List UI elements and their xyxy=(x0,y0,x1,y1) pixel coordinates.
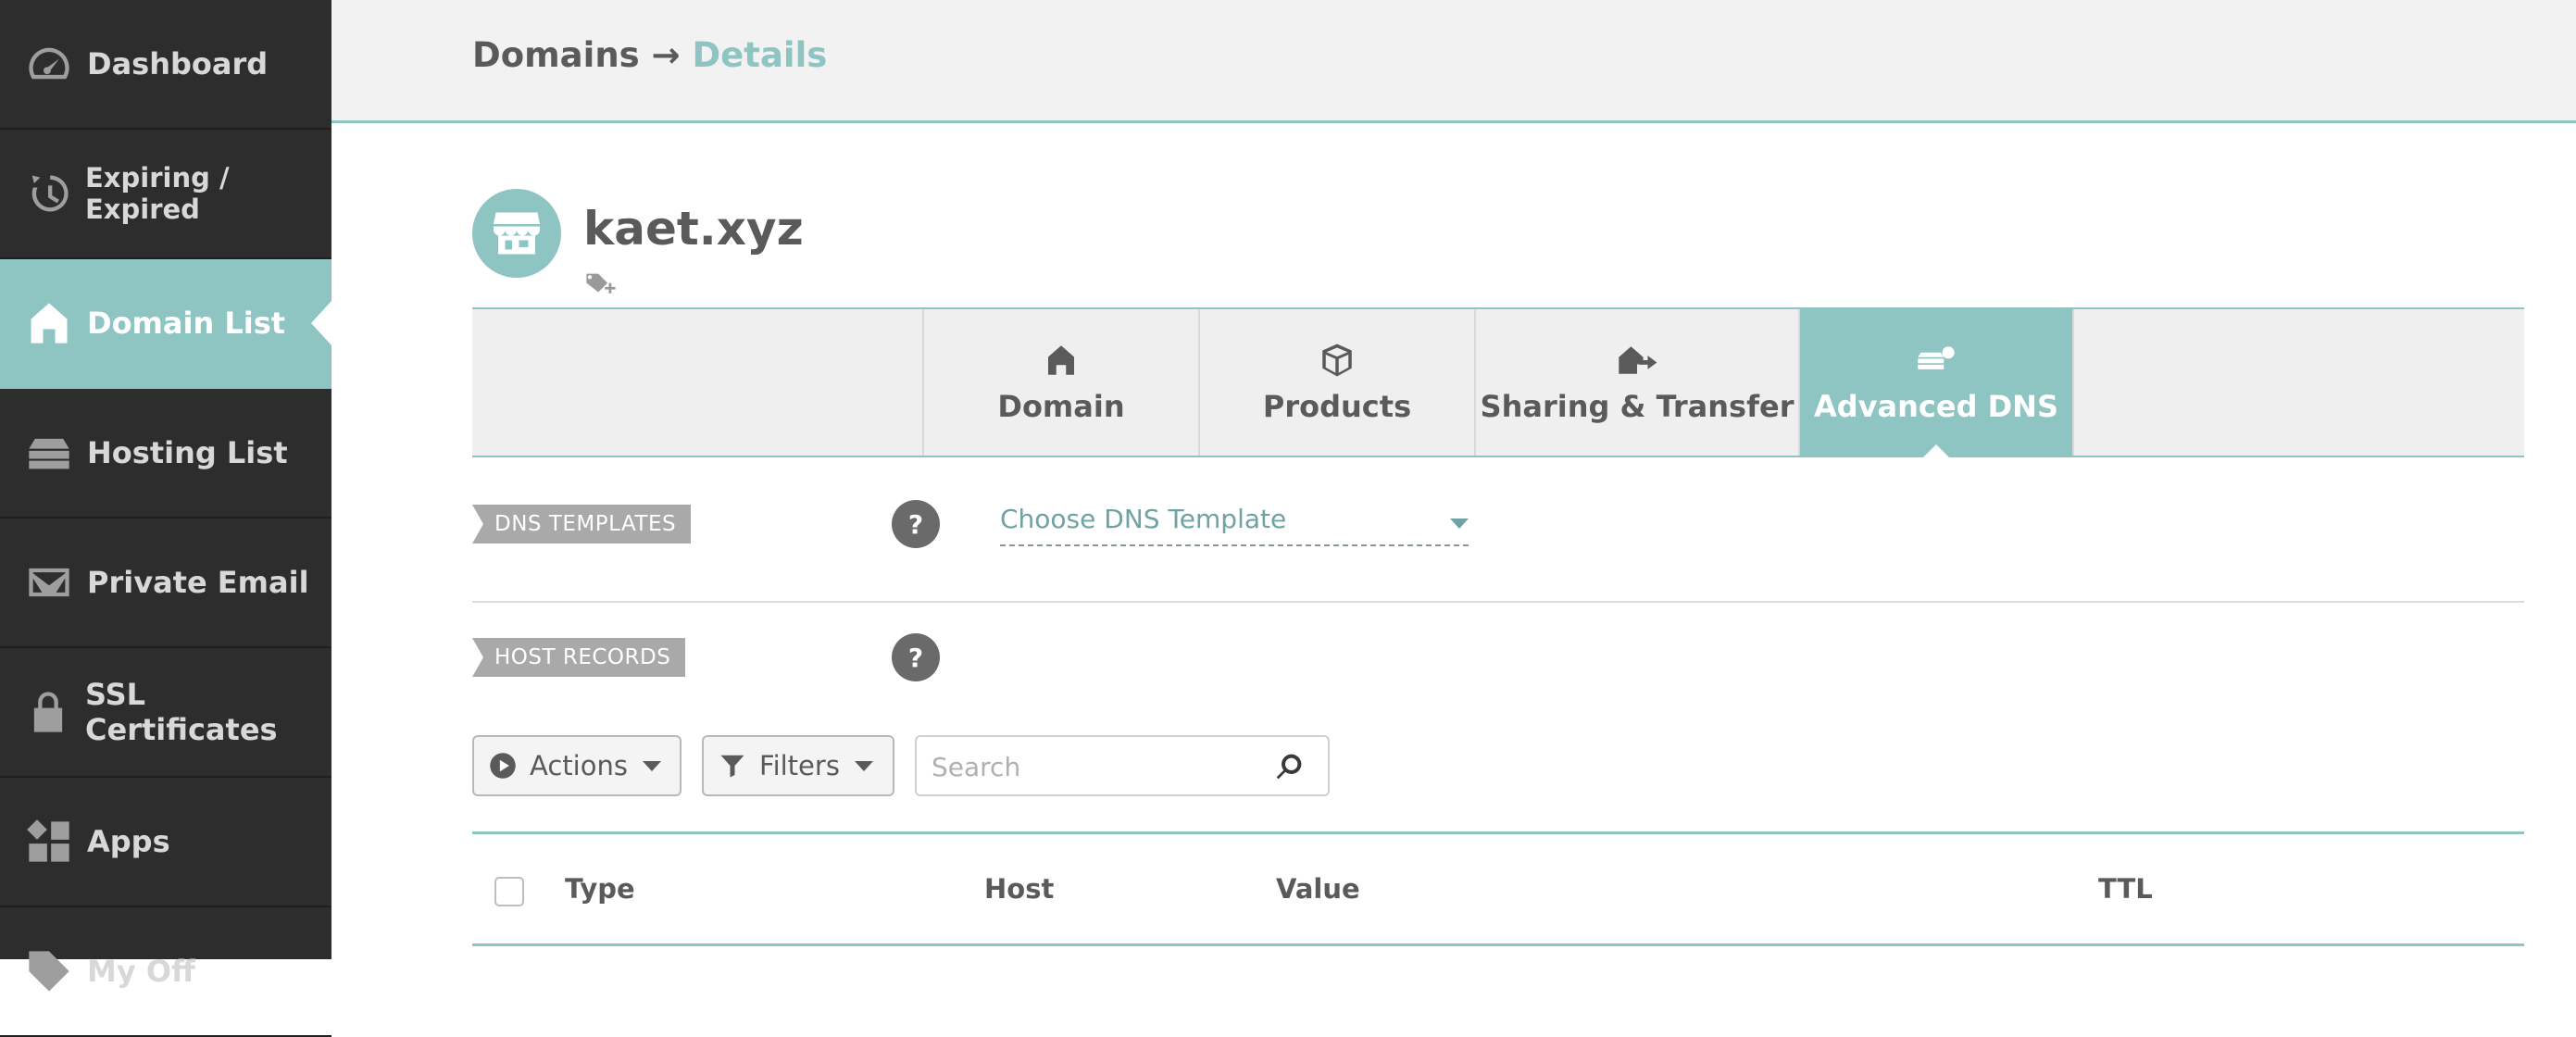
lock-icon xyxy=(24,687,72,737)
column-header-ttl[interactable]: TTL xyxy=(2098,873,2153,905)
tab-domain[interactable]: Domain xyxy=(922,309,1198,456)
sidebar-item-label: Domain List xyxy=(87,306,286,341)
actions-button[interactable]: Actions xyxy=(472,735,682,796)
column-header-value[interactable]: Value xyxy=(1276,873,1360,905)
speedometer-icon xyxy=(24,39,74,89)
sidebar-item-hosting-list[interactable]: Hosting List xyxy=(0,389,331,518)
tab-label: Products xyxy=(1262,389,1412,424)
column-header-type[interactable]: Type xyxy=(565,873,635,905)
tab-label: Sharing & Transfer xyxy=(1480,389,1794,424)
search-input[interactable] xyxy=(932,746,1265,787)
home-icon xyxy=(24,298,74,348)
tab-label: Domain xyxy=(997,389,1125,424)
tab-sharing-transfer[interactable]: Sharing & Transfer xyxy=(1474,309,1798,456)
play-circle-icon xyxy=(490,753,516,779)
breadcrumb-separator: → xyxy=(639,35,693,75)
top-bar: Domains → Details xyxy=(331,0,2576,123)
sidebar-item-label: Expiring / Expired xyxy=(85,162,230,225)
domain-name: kaet.xyz xyxy=(583,202,804,256)
box-icon xyxy=(1316,341,1358,380)
sidebar-item-label: Hosting List xyxy=(87,435,288,470)
sidebar-item-domain-list[interactable]: Domain List xyxy=(0,259,331,389)
storefront-icon xyxy=(494,212,540,255)
filter-icon xyxy=(720,755,744,778)
host-records-table-header: Type Host Value TTL xyxy=(472,831,2524,946)
sidebar-item-label: Private Email xyxy=(87,565,309,600)
domain-avatar xyxy=(472,189,561,278)
domain-tab-bar: Domain Products Sharing & Transfer Advan… xyxy=(472,307,2524,457)
dns-server-icon xyxy=(1915,341,1957,380)
host-records-help-button[interactable]: ? xyxy=(892,633,940,681)
sidebar: Dashboard Expiring / Expired Domain List… xyxy=(0,0,331,1037)
actions-label: Actions xyxy=(530,750,628,781)
clock-icon xyxy=(24,169,72,219)
share-home-icon xyxy=(1616,341,1658,380)
sidebar-item-label: SSL Certificates xyxy=(85,677,278,747)
home-icon xyxy=(1040,341,1082,380)
tab-label: Advanced DNS xyxy=(1813,389,2058,424)
sidebar-item-apps[interactable]: Apps xyxy=(0,778,331,907)
select-all-checkbox[interactable] xyxy=(494,877,524,906)
sidebar-item-label: Apps xyxy=(87,824,170,859)
sidebar-item-label: Dashboard xyxy=(87,46,269,81)
search-box xyxy=(915,735,1330,796)
dns-templates-tag: DNS TEMPLATES xyxy=(472,505,692,543)
column-header-host[interactable]: Host xyxy=(984,873,1054,905)
chevron-down-icon xyxy=(1450,518,1469,529)
breadcrumb: Domains → Details xyxy=(472,35,827,75)
dns-templates-help-button[interactable]: ? xyxy=(892,500,940,548)
sidebar-item-ssl-certificates[interactable]: SSL Certificates xyxy=(0,648,331,778)
chevron-down-icon xyxy=(854,760,873,771)
sidebar-item-dashboard[interactable]: Dashboard xyxy=(0,0,331,130)
dns-template-select[interactable]: Choose DNS Template xyxy=(1000,504,1469,546)
filters-label: Filters xyxy=(759,750,840,781)
filters-button[interactable]: Filters xyxy=(702,735,894,796)
sidebar-item-expiring[interactable]: Expiring / Expired xyxy=(0,130,331,259)
breadcrumb-current: Details xyxy=(692,35,828,75)
chevron-down-icon xyxy=(642,760,661,771)
sidebar-item-my-offers[interactable]: My Off xyxy=(0,907,331,1037)
tab-advanced-dns[interactable]: Advanced DNS xyxy=(1798,309,2072,457)
add-tag-icon[interactable] xyxy=(585,270,617,298)
tab-divider xyxy=(2072,309,2074,456)
tab-products[interactable]: Products xyxy=(1198,309,1474,456)
search-icon[interactable] xyxy=(1274,752,1304,781)
dns-template-select-value: Choose DNS Template xyxy=(1000,504,1287,534)
tag-icon xyxy=(24,946,74,996)
breadcrumb-link-domains[interactable]: Domains xyxy=(472,35,640,75)
sidebar-item-private-email[interactable]: Private Email xyxy=(0,518,331,648)
section-divider xyxy=(472,601,2524,603)
envelope-icon xyxy=(24,557,74,607)
server-icon xyxy=(24,428,74,478)
host-records-tag: HOST RECORDS xyxy=(472,638,686,677)
apps-icon xyxy=(24,817,74,867)
